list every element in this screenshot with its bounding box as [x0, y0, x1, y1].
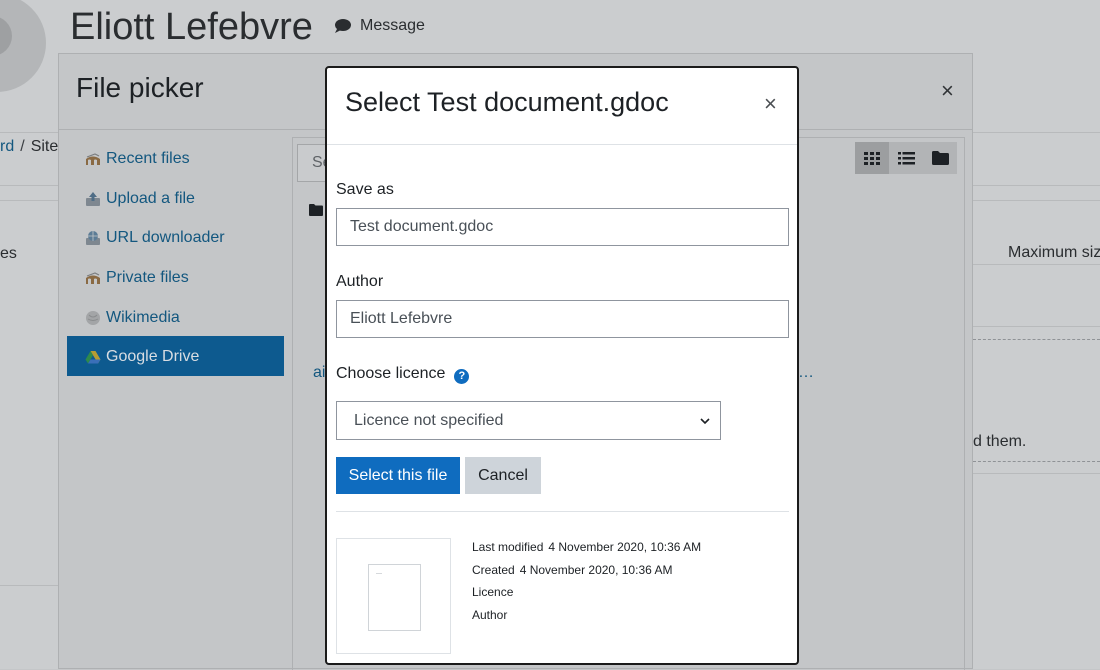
meta-created-value: 4 November 2020, 10:36 AM	[519, 563, 673, 577]
author-label: Author	[336, 273, 384, 290]
save-as-label: Save as	[336, 181, 394, 198]
dialog-separator	[336, 511, 789, 512]
user-name-heading: Eliott Lefebvre	[70, 6, 313, 48]
repository-google-drive[interactable]: Google Drive	[85, 348, 199, 366]
meta-last-modified-label: Last modified	[472, 540, 544, 554]
speech-bubble-icon	[335, 19, 351, 33]
cancel-button[interactable]: Cancel	[465, 457, 541, 494]
file-picker-close-icon[interactable]: ×	[941, 78, 954, 104]
select-file-dialog: Select Test document.gdoc × Save as Auth…	[325, 66, 799, 665]
licence-selected-value: Licence not specified	[354, 411, 504, 429]
dropzone-text: d them.	[973, 433, 1027, 450]
repository-label: Upload a file	[106, 190, 195, 207]
chevron-down-icon	[700, 417, 710, 424]
choose-licence-label: Choose licence	[336, 365, 446, 382]
left-footer-divider	[0, 585, 58, 586]
repository-label: Google Drive	[106, 348, 200, 365]
licence-label-row: Choose licence?	[336, 365, 470, 384]
meta-author-label: Author	[472, 608, 508, 622]
repository-url-downloader[interactable]: URL downloader	[85, 229, 225, 247]
breadcrumb-current: Site	[30, 138, 59, 155]
url-icon	[86, 231, 100, 245]
view-icons-button[interactable]	[855, 142, 889, 174]
dialog-header-divider	[327, 144, 797, 145]
repository-label: Recent files	[106, 150, 190, 167]
google-drive-icon	[85, 351, 101, 364]
meta-created: Created 4 November 2020, 10:36 AM	[472, 563, 672, 577]
search-input[interactable]: Se	[297, 144, 327, 182]
meta-last-modified: Last modified 4 November 2020, 10:36 AM	[472, 540, 701, 554]
repository-upload-file[interactable]: Upload a file	[85, 190, 195, 208]
file-thumbnail	[336, 538, 451, 654]
view-list-button[interactable]	[889, 142, 923, 174]
help-icon[interactable]: ?	[454, 368, 470, 384]
dialog-title: Select Test document.gdoc	[345, 87, 669, 117]
left-partial-text: es	[0, 245, 17, 262]
partial-link-right[interactable]: …	[798, 364, 814, 382]
wikimedia-icon	[86, 311, 100, 325]
meta-licence-label: Licence	[472, 585, 514, 599]
grid-view-icon	[864, 151, 880, 165]
folder-icon	[931, 151, 949, 165]
maximum-size-text: Maximum siz	[1008, 244, 1100, 261]
author-input[interactable]	[336, 300, 789, 338]
partial-link-left[interactable]: ai	[313, 364, 325, 382]
message-button[interactable]: Message	[334, 17, 425, 35]
view-switcher	[855, 142, 957, 174]
licence-select[interactable]: Licence not specified	[336, 401, 721, 440]
repository-label: Wikimedia	[106, 309, 180, 326]
repository-private-files[interactable]: Private files	[85, 269, 189, 287]
dropzone-dashed-bottom	[973, 461, 1100, 462]
dropzone-dashed-top	[973, 339, 1100, 340]
save-as-input[interactable]	[336, 208, 789, 246]
file-picker-title: File picker	[76, 72, 204, 103]
moodle-icon	[86, 153, 100, 165]
repository-label: URL downloader	[106, 229, 225, 246]
close-icon[interactable]: ×	[764, 91, 777, 117]
path-folder-icon	[309, 204, 323, 216]
document-preview-icon	[368, 564, 421, 631]
moodle-icon	[86, 272, 100, 284]
breadcrumb-link[interactable]: rd	[0, 138, 14, 155]
breadcrumb: rd / Site	[0, 138, 59, 155]
repository-wikimedia[interactable]: Wikimedia	[85, 309, 180, 327]
meta-last-modified-value: 4 November 2020, 10:36 AM	[548, 540, 702, 554]
repository-recent-files[interactable]: Recent files	[85, 150, 190, 168]
view-tree-button[interactable]	[923, 142, 957, 174]
message-label: Message	[360, 17, 425, 34]
dropzone-top-border	[973, 326, 1100, 327]
dropzone-bottom-border	[973, 473, 1100, 474]
repository-label: Private files	[106, 269, 189, 286]
meta-created-label: Created	[472, 563, 515, 577]
upload-icon	[86, 192, 100, 206]
select-this-file-button[interactable]: Select this file	[336, 457, 460, 494]
list-view-icon	[897, 151, 915, 164]
size-underline	[973, 264, 1100, 265]
